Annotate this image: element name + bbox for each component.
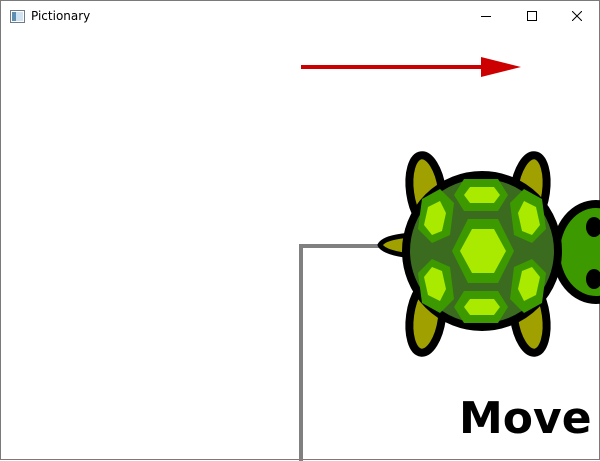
close-button[interactable] [554, 1, 600, 31]
drawing-canvas[interactable]: Move [2, 31, 600, 461]
app-icon [10, 10, 25, 23]
drawn-path [299, 244, 382, 461]
title-bar[interactable]: Pictionary [1, 1, 599, 31]
maximize-icon [527, 11, 537, 21]
close-icon [572, 11, 582, 21]
maximize-button[interactable] [509, 1, 555, 31]
app-window: Pictionary Move [0, 0, 600, 461]
move-label: Move [459, 393, 592, 444]
minimize-button[interactable] [463, 1, 509, 31]
window-title: Pictionary [31, 9, 91, 23]
direction-arrow [301, 57, 521, 77]
minimize-icon [481, 16, 491, 17]
